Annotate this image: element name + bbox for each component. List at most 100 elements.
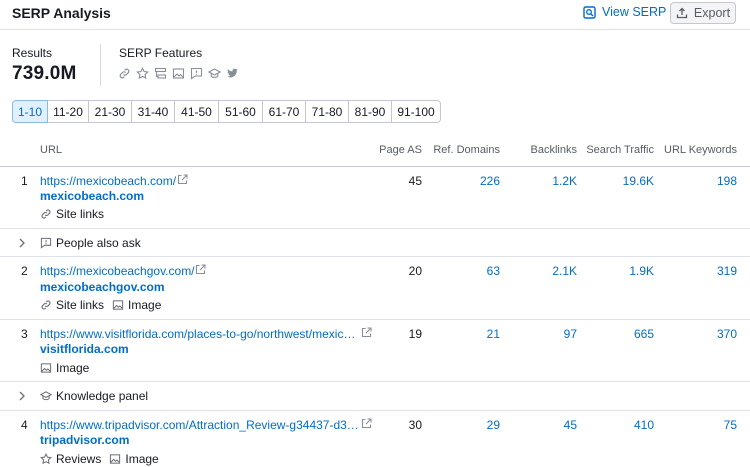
url-keywords-value[interactable]: 198: [657, 174, 737, 188]
tag-label: Image: [128, 298, 162, 312]
table-row: 4 https://www.tripadvisor.com/Attraction…: [0, 411, 750, 467]
row-features: Reviews Image: [40, 452, 167, 466]
col-ref-domains[interactable]: Ref. Domains: [420, 144, 500, 156]
page-as-value: 30: [408, 418, 422, 432]
url-keywords-value[interactable]: 319: [657, 264, 737, 278]
row-rank: 3: [21, 327, 28, 341]
knowledge-panel-row[interactable]: Knowledge panel: [0, 382, 750, 411]
table-row: 3 https://www.visitflorida.com/places-to…: [0, 320, 750, 382]
backlinks-value[interactable]: 2.1K: [497, 264, 577, 278]
col-url-keywords[interactable]: URL Keywords: [657, 144, 737, 156]
row-features: Site links: [40, 207, 112, 221]
tag-label: Reviews: [56, 452, 102, 466]
export-button[interactable]: Export: [670, 2, 736, 24]
star-icon: [136, 67, 149, 80]
serp-features-label: SERP Features: [119, 46, 203, 60]
link-icon: [41, 300, 51, 310]
view-serp-label: View SERP: [602, 5, 667, 19]
page-button-71-80[interactable]: 71-80: [306, 100, 349, 123]
knowledge-panel-icon: [40, 391, 52, 401]
page-button-11-20[interactable]: 11-20: [48, 100, 89, 123]
row-rank: 2: [21, 264, 28, 278]
result-domain-link[interactable]: tripadvisor.com: [40, 433, 129, 447]
site-links-icon: [154, 67, 167, 80]
search-traffic-value[interactable]: 1.9K: [574, 264, 654, 278]
row-features: Site links Image: [40, 298, 169, 312]
page-button-81-90[interactable]: 81-90: [349, 100, 392, 123]
page-title: SERP Analysis: [12, 5, 111, 21]
image-icon: [112, 300, 124, 310]
row-rank: 4: [21, 418, 28, 432]
col-search-traffic[interactable]: Search Traffic: [574, 144, 654, 156]
search-traffic-value[interactable]: 410: [574, 418, 654, 432]
export-label: Export: [693, 6, 731, 20]
table-row: 1 https://mexicobeach.com/ mexicobeach.c…: [0, 167, 750, 229]
url-keywords-value[interactable]: 75: [657, 418, 737, 432]
people-also-ask-icon: [190, 67, 203, 80]
ref-domains-value[interactable]: 63: [420, 264, 500, 278]
external-link-icon[interactable]: [195, 264, 206, 275]
backlinks-value[interactable]: 97: [497, 327, 577, 341]
export-icon: [676, 7, 688, 19]
result-domain-link[interactable]: mexicobeachgov.com: [40, 280, 165, 294]
col-page-as[interactable]: Page AS: [342, 144, 422, 156]
tag-label: Site links: [56, 207, 105, 221]
chevron-right-icon[interactable]: [18, 238, 26, 248]
col-backlinks[interactable]: Backlinks: [497, 144, 577, 156]
ref-domains-value[interactable]: 226: [420, 174, 500, 188]
search-traffic-value[interactable]: 665: [574, 327, 654, 341]
people-also-ask-label: People also ask: [56, 236, 141, 250]
page-button-41-50[interactable]: 41-50: [175, 100, 219, 123]
table-row: 2 https://mexicobeachgov.com/ mexicobeac…: [0, 257, 750, 320]
result-url-link[interactable]: https://www.visitflorida.com/places-to-g…: [40, 327, 355, 341]
backlinks-value[interactable]: 45: [497, 418, 577, 432]
summary-divider: [100, 44, 101, 86]
tag-label: Image: [56, 361, 90, 375]
page-as-value: 45: [408, 174, 422, 188]
page-button-91-100[interactable]: 91-100: [392, 100, 441, 123]
ref-domains-value[interactable]: 21: [420, 327, 500, 341]
people-also-ask-icon: [40, 237, 52, 249]
backlinks-value[interactable]: 1.2K: [497, 174, 577, 188]
link-icon: [118, 67, 131, 80]
people-also-ask-row[interactable]: People also ask: [0, 229, 750, 257]
page-button-1-10[interactable]: 1-10: [12, 100, 48, 123]
page-button-61-70[interactable]: 61-70: [263, 100, 306, 123]
col-url[interactable]: URL: [40, 144, 62, 156]
tag-image: Image: [112, 298, 161, 312]
tag-site-links: Site links: [40, 207, 104, 221]
result-url-link[interactable]: https://mexicobeach.com/: [40, 174, 176, 188]
tag-reviews: Reviews: [40, 452, 101, 466]
results-pager: 1-10 11-20 21-30 31-40 41-50 51-60 61-70 71-80 8…: [12, 100, 441, 123]
image-icon: [110, 454, 121, 464]
result-url-link[interactable]: https://mexicobeachgov.com/: [40, 264, 195, 278]
knowledge-panel-label: Knowledge panel: [56, 389, 149, 403]
image-icon: [172, 67, 185, 80]
view-serp-button[interactable]: View SERP: [583, 5, 666, 19]
page-button-21-30[interactable]: 21-30: [89, 100, 132, 123]
chevron-right-icon[interactable]: [18, 391, 26, 401]
row-rank: 1: [21, 174, 28, 188]
row-features: Image: [40, 361, 97, 375]
link-icon: [41, 209, 51, 219]
external-link-icon[interactable]: [177, 174, 188, 185]
result-url-link[interactable]: https://www.tripadvisor.com/Attraction_R…: [40, 418, 359, 432]
tag-site-links: Site links: [40, 298, 104, 312]
page-as-value: 20: [408, 264, 422, 278]
star-icon: [40, 453, 52, 465]
result-domain-link[interactable]: mexicobeach.com: [40, 189, 144, 203]
ref-domains-value[interactable]: 29: [420, 418, 500, 432]
result-domain-link[interactable]: visitflorida.com: [40, 342, 129, 356]
url-keywords-value[interactable]: 370: [657, 327, 737, 341]
results-label: Results: [12, 46, 53, 60]
page-as-value: 19: [408, 327, 422, 341]
tag-label: Image: [125, 452, 159, 466]
tag-image: Image: [40, 361, 89, 375]
serp-features-icons: [118, 67, 239, 80]
tag-label: Site links: [56, 298, 105, 312]
page-button-31-40[interactable]: 31-40: [132, 100, 175, 123]
image-icon: [40, 363, 52, 373]
search-traffic-value[interactable]: 19.6K: [574, 174, 654, 188]
knowledge-panel-icon: [208, 67, 221, 80]
page-button-51-60[interactable]: 51-60: [219, 100, 263, 123]
